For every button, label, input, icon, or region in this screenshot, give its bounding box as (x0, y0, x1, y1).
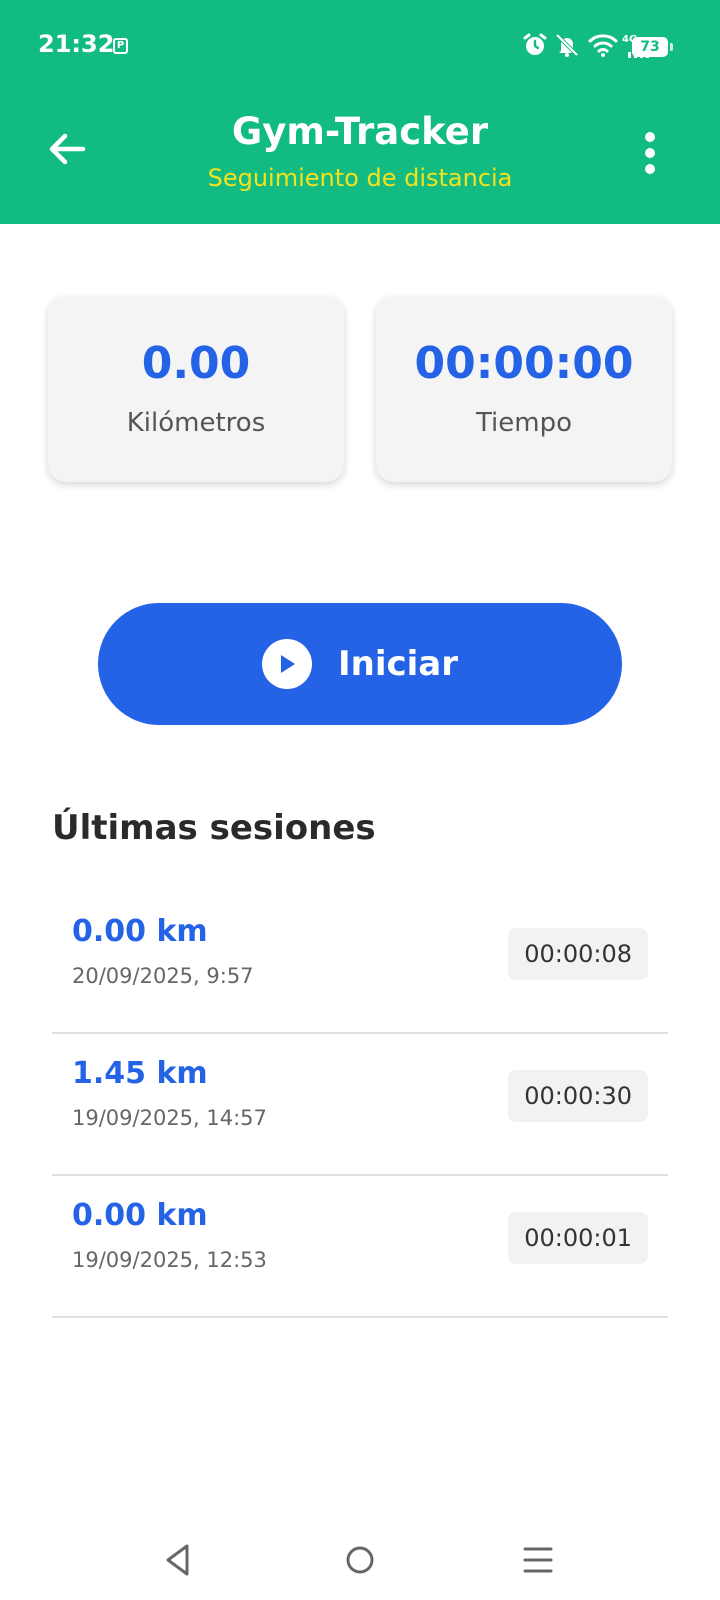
distance-label: Kilómetros (126, 408, 266, 438)
session-distance: 0.00 km (72, 914, 208, 949)
start-button[interactable]: Iniciar (98, 603, 622, 725)
muted-bell-icon (555, 33, 579, 57)
overflow-menu-button[interactable] (628, 128, 672, 178)
distance-card: 0.00 Kilómetros (48, 296, 344, 482)
app-header: 21:32 P 4G 73 Gym-Tracker Seguimiento de… (0, 0, 720, 224)
play-icon (261, 639, 312, 689)
session-date: 20/09/2025, 9:57 (72, 964, 254, 988)
session-distance: 1.45 km (72, 1056, 208, 1091)
app-title: Gym-Tracker (231, 110, 489, 153)
time-card: 00:00:00 Tiempo (376, 296, 672, 482)
app-subtitle: Seguimiento de distancia (207, 164, 513, 192)
nav-home-button[interactable] (340, 1540, 380, 1580)
status-time: 21:32 (38, 30, 115, 58)
system-nav-bar (0, 1520, 720, 1600)
session-row[interactable]: 0.00 km 19/09/2025, 12:53 00:00:01 (52, 1176, 668, 1318)
nav-recents-button[interactable] (518, 1540, 558, 1580)
time-value: 00:00:00 (414, 338, 634, 389)
start-button-label: Iniciar (337, 644, 459, 684)
session-row[interactable]: 1.45 km 19/09/2025, 14:57 00:00:30 (52, 1034, 668, 1176)
session-list: 0.00 km 20/09/2025, 9:57 00:00:08 1.45 k… (52, 892, 668, 1318)
session-date: 19/09/2025, 12:53 (72, 1248, 267, 1272)
nav-back-button[interactable] (158, 1540, 198, 1580)
home-circle-icon (346, 1546, 374, 1574)
session-row[interactable]: 0.00 km 20/09/2025, 9:57 00:00:08 (52, 892, 668, 1034)
more-vert-icon (645, 132, 655, 174)
session-distance: 0.00 km (72, 1198, 208, 1233)
recents-menu-icon (523, 1547, 553, 1573)
time-label: Tiempo (475, 408, 573, 438)
status-bar: 21:32 P 4G 73 (0, 0, 720, 92)
sessions-title: Últimas sesiones (52, 808, 376, 848)
alarm-icon (523, 33, 547, 55)
session-date: 19/09/2025, 14:57 (72, 1106, 267, 1130)
distance-value: 0.00 (141, 338, 251, 389)
session-duration-badge: 00:00:30 (508, 1070, 648, 1122)
back-triangle-icon (166, 1544, 189, 1576)
parking-icon: P (113, 38, 128, 54)
battery-indicator: 73 (632, 37, 673, 57)
session-duration-badge: 00:00:08 (508, 928, 648, 980)
wifi-icon (588, 34, 618, 57)
session-duration-badge: 00:00:01 (508, 1212, 648, 1264)
